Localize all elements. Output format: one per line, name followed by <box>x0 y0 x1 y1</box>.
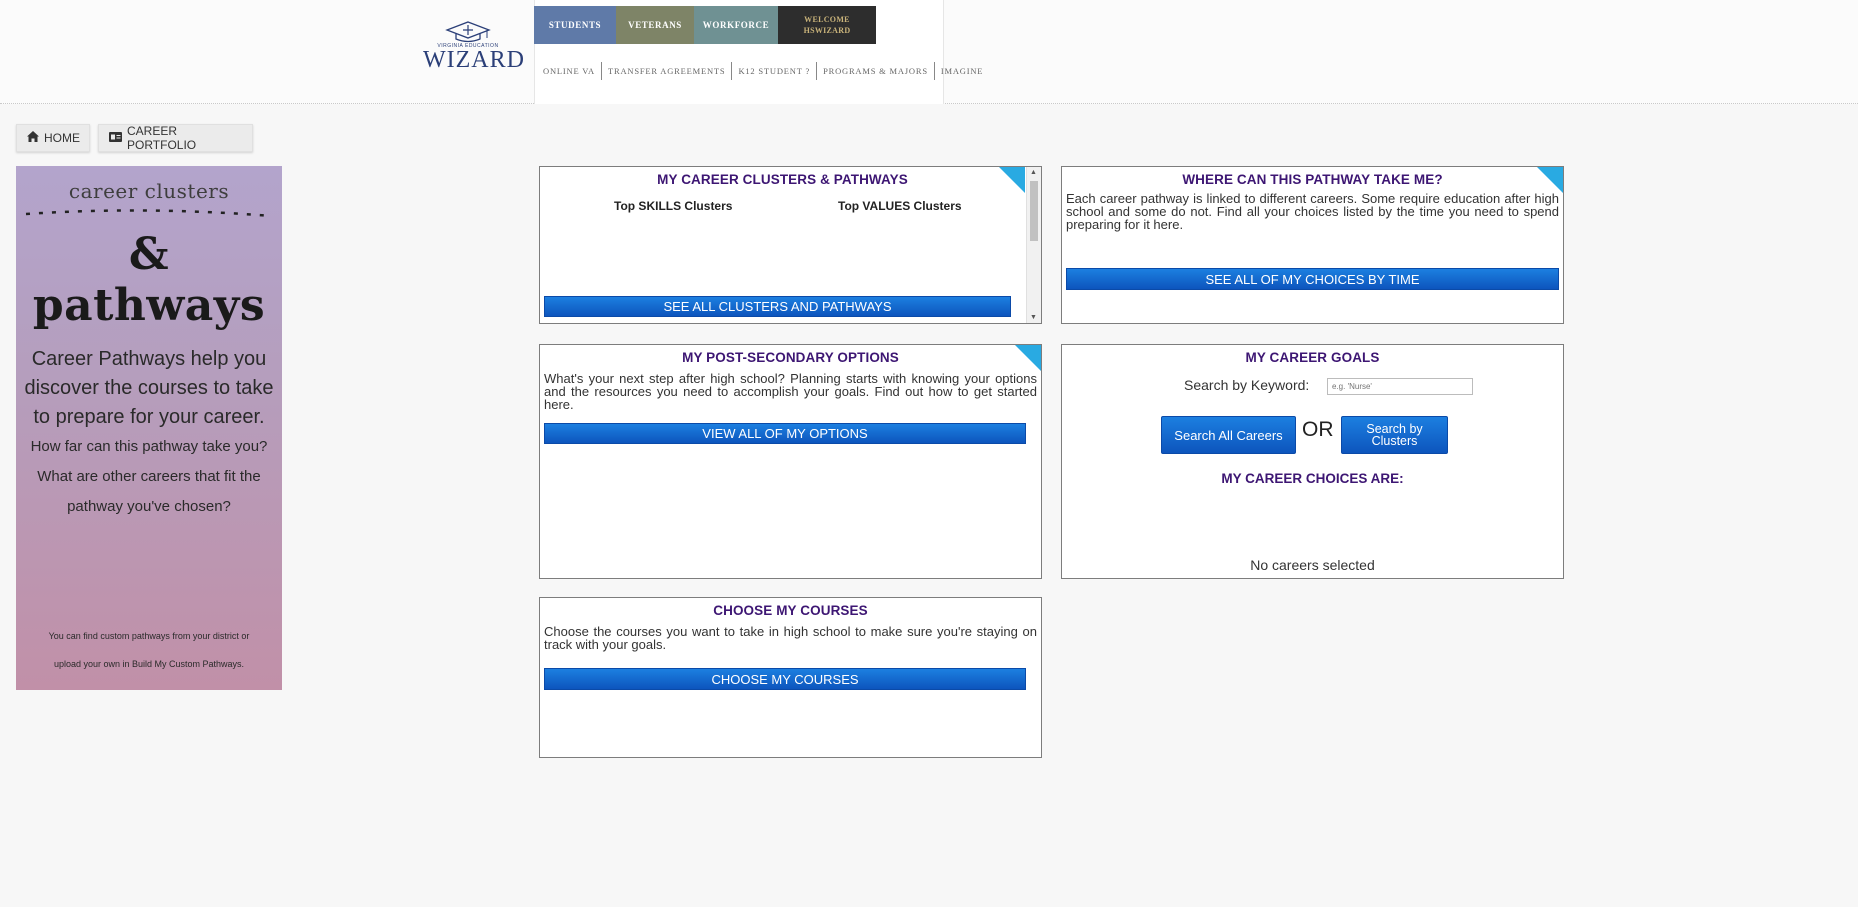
career-portfolio-label: CAREER PORTFOLIO <box>127 124 197 152</box>
top-skills-clusters-header: Top SKILLS Clusters <box>614 199 733 213</box>
search-keyword-label: Search by Keyword: <box>1184 377 1310 393</box>
keyword-search-input[interactable] <box>1327 378 1473 395</box>
logo-title: WIZARD <box>423 47 525 73</box>
post-secondary-options-panel: MY POST-SECONDARY OPTIONS What's your ne… <box>539 344 1042 579</box>
top-values-clusters-header: Top VALUES Clusters <box>838 199 962 213</box>
sidebar-intro-line: Career Pathways help you <box>31 348 267 370</box>
secondary-nav: ONLINE VA TRANSFER AGREEMENTS K12 STUDEN… <box>543 62 989 80</box>
corner-tab-icon[interactable] <box>1537 167 1563 193</box>
see-choices-by-time-button[interactable]: SEE ALL OF MY CHOICES BY TIME <box>1066 268 1559 290</box>
career-clusters-panel: MY CAREER CLUSTERS & PATHWAYS Top SKILLS… <box>539 166 1042 324</box>
tab-veterans[interactable]: VETERANS <box>616 6 694 44</box>
sidebar-questions: How far can this pathway take you? What … <box>16 432 282 522</box>
career-choices-heading: MY CAREER CHOICES ARE: <box>1221 471 1404 486</box>
audience-tabs: STUDENTS VETERANS WORKFORCE WELCOME HSWI… <box>534 6 876 44</box>
search-by-clusters-button[interactable]: Search by Clusters <box>1341 416 1448 454</box>
scroll-down-arrow-icon[interactable]: ▼ <box>1030 314 1037 321</box>
nav-imagine[interactable]: IMAGINE <box>933 62 989 80</box>
panel-title: MY POST-SECONDARY OPTIONS <box>682 350 899 365</box>
view-all-options-button[interactable]: VIEW ALL OF MY OPTIONS <box>544 423 1026 444</box>
welcome-username: HSWIZARD <box>803 26 851 35</box>
sidebar-question-line: pathway you've chosen? <box>67 498 231 515</box>
nav-transfer-agreements[interactable]: TRANSFER AGREEMENTS <box>600 62 731 80</box>
panel-description: What's your next step after high school?… <box>544 371 1037 412</box>
panel-description: Each career pathway is linked to differe… <box>1066 191 1559 232</box>
career-portfolio-button[interactable]: CAREER PORTFOLIO <box>98 124 253 152</box>
sidebar-footer: You can find custom pathways from your d… <box>16 622 282 678</box>
choose-courses-panel: CHOOSE MY COURSES Choose the courses you… <box>539 597 1042 758</box>
nav-online-va[interactable]: ONLINE VA <box>543 62 601 80</box>
sidebar-footer-line: upload your own in Build My Custom Pathw… <box>53 659 245 669</box>
panel-title: WHERE CAN THIS PATHWAY TAKE ME? <box>1182 172 1443 187</box>
sidebar-footer-line: You can find custom pathways from your d… <box>48 631 250 641</box>
search-all-careers-button[interactable]: Search All Careers <box>1161 416 1296 454</box>
panel-title: MY CAREER CLUSTERS & PATHWAYS <box>657 172 908 187</box>
sidebar-intro: Career Pathways help you discover the co… <box>16 345 282 432</box>
sidebar-question-line: How far can this pathway take you? <box>30 438 268 455</box>
see-all-clusters-button[interactable]: SEE ALL CLUSTERS AND PATHWAYS <box>544 296 1011 317</box>
panel-title: MY CAREER GOALS <box>1245 350 1380 365</box>
home-label: HOME <box>44 131 80 145</box>
sidebar-question-line: What are other careers that fit the <box>37 468 261 485</box>
sidebar-intro-line: discover the courses to take <box>24 377 274 399</box>
nav-k12-student[interactable]: K12 STUDENT ? <box>731 62 816 80</box>
tab-workforce[interactable]: WORKFORCE <box>694 6 778 44</box>
where-pathway-panel: WHERE CAN THIS PATHWAY TAKE ME? Each car… <box>1061 166 1564 324</box>
site-logo[interactable]: VIRGINIA EDUCATION WIZARD <box>423 20 525 80</box>
welcome-user-menu[interactable]: WELCOME HSWIZARD <box>778 6 876 44</box>
home-button[interactable]: HOME <box>16 124 90 152</box>
sidebar-intro-line: to prepare for your career. <box>33 406 265 428</box>
panel-title: CHOOSE MY COURSES <box>713 603 868 618</box>
welcome-label: WELCOME <box>804 15 850 24</box>
choose-my-courses-button[interactable]: CHOOSE MY COURSES <box>544 668 1026 690</box>
panel-scrollbar[interactable]: ▲ ▼ <box>1026 167 1041 323</box>
corner-tab-icon[interactable] <box>999 167 1025 193</box>
or-separator: OR <box>1302 418 1334 441</box>
graduation-cap-icon <box>445 21 491 43</box>
corner-tab-icon[interactable] <box>1015 345 1041 371</box>
sidebar-top-heading: career clusters <box>68 179 230 203</box>
no-careers-message: No careers selected <box>1250 557 1375 573</box>
career-goals-panel: MY CAREER GOALS <box>1061 344 1564 579</box>
scrollbar-thumb[interactable] <box>1030 181 1038 241</box>
scroll-up-arrow-icon[interactable]: ▲ <box>1030 169 1037 176</box>
dashed-divider <box>25 209 273 218</box>
nav-programs-majors[interactable]: PROGRAMS & MAJORS <box>816 62 934 80</box>
sidebar-title: & pathways <box>32 229 266 331</box>
panel-description: Choose the courses you want to take in h… <box>544 624 1037 652</box>
tab-students[interactable]: STUDENTS <box>534 6 616 44</box>
id-card-icon <box>109 131 122 145</box>
home-icon <box>27 131 39 145</box>
career-pathways-sidebar: career clusters & pathways Career Pathwa… <box>16 166 282 690</box>
